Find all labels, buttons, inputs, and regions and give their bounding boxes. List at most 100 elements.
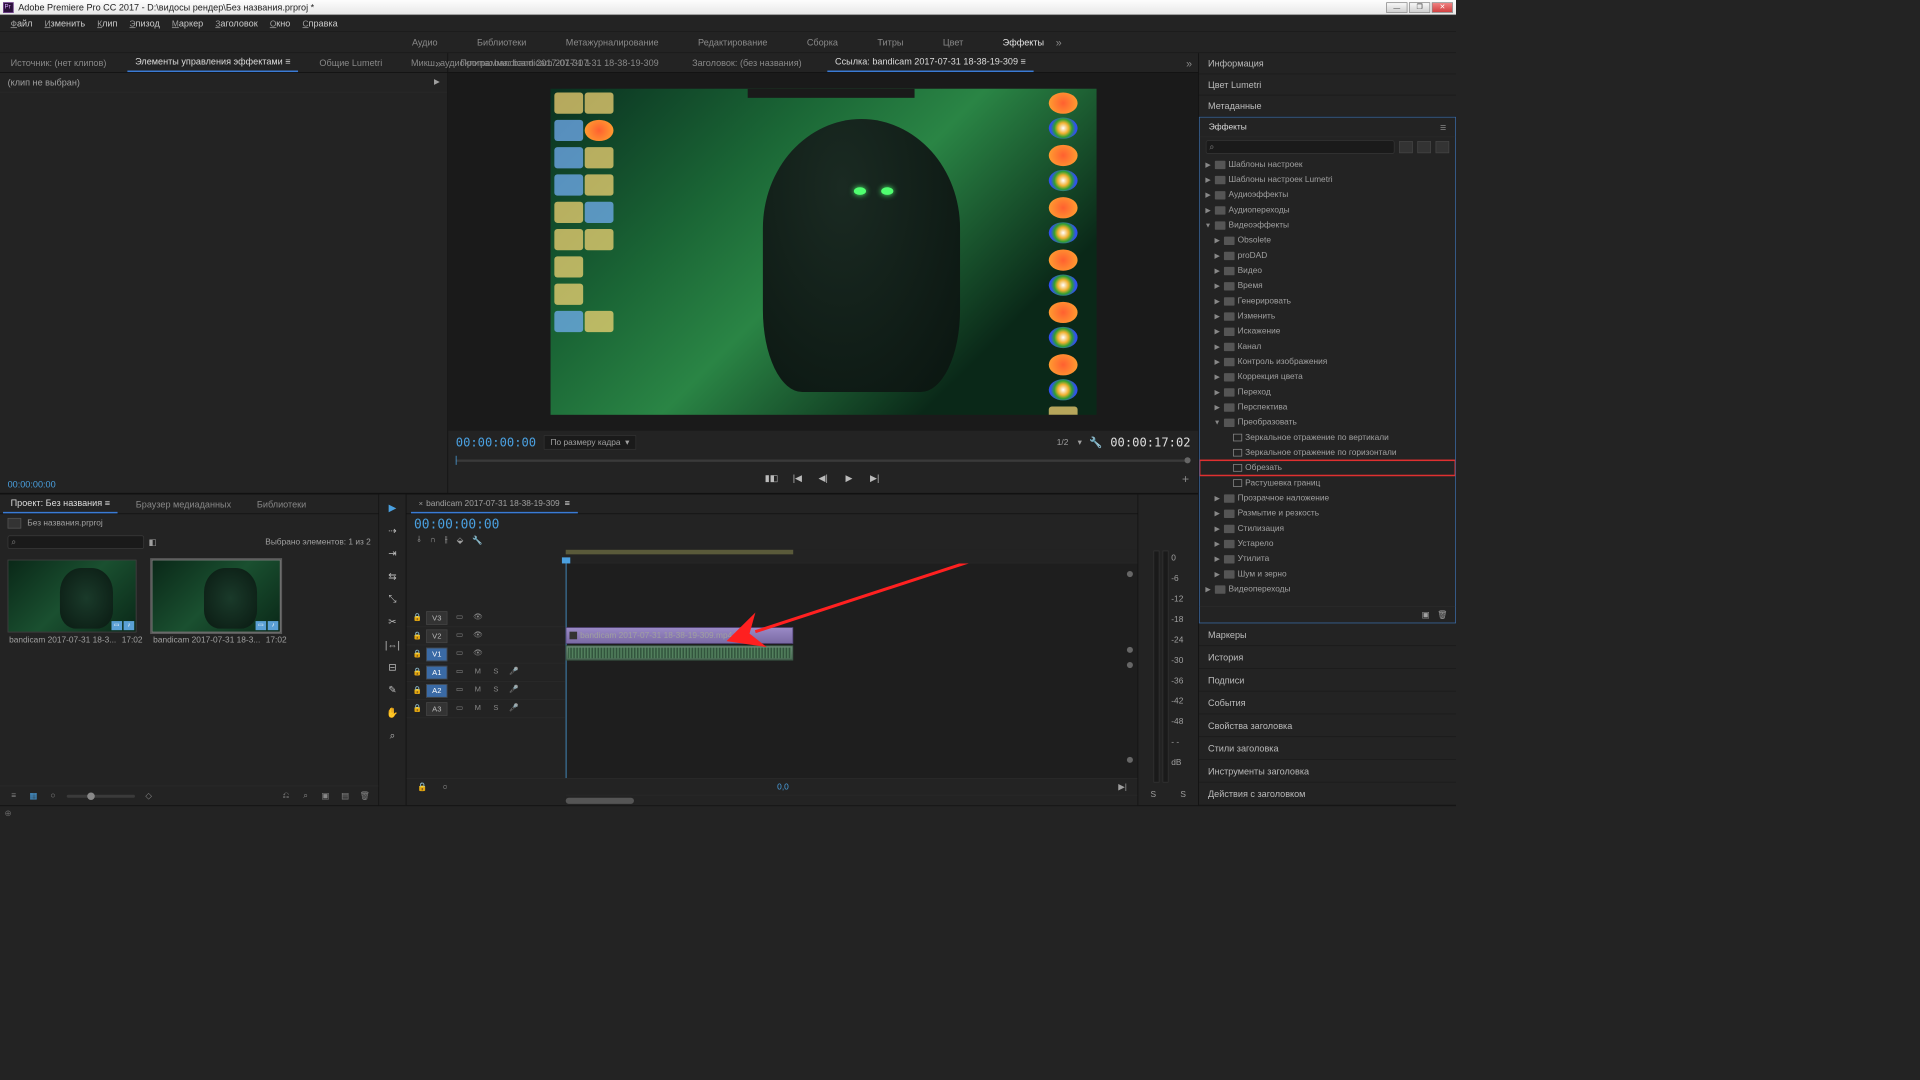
bin-item[interactable]: ▭♪bandicam 2017-07-31 18-3...17:02 bbox=[8, 560, 144, 648]
tab[interactable]: Общие Lumetri bbox=[312, 54, 390, 72]
fx-item[interactable]: ▶Шаблоны настроек Lumetri bbox=[1200, 172, 1456, 187]
workspace-Библиотеки[interactable]: Библиотеки bbox=[473, 34, 531, 51]
zoom-value[interactable]: 0,0 bbox=[463, 782, 1103, 791]
program-tc-in[interactable]: 00:00:00:00 bbox=[456, 435, 536, 449]
new-bin-icon[interactable]: ▣ bbox=[1422, 610, 1430, 620]
fx-item[interactable]: ▼Видеоэффекты bbox=[1200, 218, 1456, 233]
tab[interactable]: Заголовок: (без названия) bbox=[685, 54, 810, 72]
fx-item[interactable]: ▶Размытие и резкость bbox=[1200, 506, 1456, 521]
fx-item[interactable]: ▼Преобразовать bbox=[1200, 415, 1456, 430]
fx-item[interactable]: ▶Аудиопереходы bbox=[1200, 202, 1456, 217]
freeform-view-button[interactable]: ○ bbox=[47, 791, 59, 802]
fx-badge-1[interactable] bbox=[1399, 141, 1413, 153]
pen-tool[interactable]: ✎ bbox=[383, 681, 401, 699]
menu-Файл[interactable]: Файл bbox=[5, 16, 39, 31]
video-track-header[interactable]: 🔒V2▭👁 bbox=[406, 627, 564, 645]
project-bins[interactable]: ▭♪bandicam 2017-07-31 18-3...17:02▭♪band… bbox=[0, 552, 378, 786]
frame-back-button[interactable]: ◀| bbox=[816, 472, 831, 487]
menu-Окно[interactable]: Окно bbox=[264, 16, 297, 31]
scroll-handle[interactable] bbox=[1127, 571, 1133, 577]
panel-Цвет Lumetri[interactable]: Цвет Lumetri bbox=[1199, 74, 1456, 95]
menu-Справка[interactable]: Справка bbox=[296, 16, 343, 31]
fx-item[interactable]: ▶Канал bbox=[1200, 339, 1456, 354]
playhead[interactable] bbox=[566, 563, 567, 778]
resolution-dropdown[interactable]: 1/2 ▾ bbox=[1057, 437, 1082, 447]
overflow-icon[interactable]: » bbox=[1056, 36, 1062, 48]
overflow-icon[interactable]: » bbox=[1186, 58, 1192, 70]
menu-Клип[interactable]: Клип bbox=[91, 16, 123, 31]
workspace-Редактирование[interactable]: Редактирование bbox=[694, 34, 772, 51]
close-button[interactable]: ✕ bbox=[1432, 2, 1453, 13]
delete-button[interactable]: 🗑 bbox=[359, 791, 371, 802]
list-view-button[interactable]: ≡ bbox=[8, 791, 20, 802]
tab[interactable]: Проект: Без названия ≡ bbox=[3, 494, 118, 514]
snap-icon[interactable]: ⫰ bbox=[417, 535, 421, 545]
fx-item[interactable]: ▶Obsolete bbox=[1200, 233, 1456, 248]
audio-clip[interactable] bbox=[566, 645, 793, 660]
panel-Инструменты заголовка[interactable]: Инструменты заголовка bbox=[1199, 760, 1456, 783]
effects-tree[interactable]: ▶Шаблоны настроек▶Шаблоны настроек Lumet… bbox=[1200, 157, 1456, 606]
settings-icon[interactable]: ⬙ bbox=[457, 535, 463, 545]
rolling-edit-tool[interactable]: ⇆ bbox=[383, 567, 401, 585]
rate-stretch-tool[interactable]: ⤡ bbox=[383, 590, 401, 608]
find-button[interactable]: ⌕ bbox=[300, 791, 312, 802]
fx-badge-2[interactable] bbox=[1417, 141, 1431, 153]
zoom-tool[interactable]: ⌕ bbox=[383, 726, 401, 744]
zoom-slider[interactable] bbox=[67, 794, 135, 797]
add-marker-button[interactable]: ▮◧ bbox=[764, 472, 779, 487]
fx-item[interactable]: ▶Перспектива bbox=[1200, 400, 1456, 415]
panel-Маркеры[interactable]: Маркеры bbox=[1199, 623, 1456, 646]
source-timecode[interactable]: 00:00:00:00 bbox=[0, 478, 447, 493]
selection-tool[interactable]: ▶ bbox=[383, 499, 401, 517]
new-bin-button[interactable]: ▣ bbox=[319, 791, 331, 802]
tab[interactable]: Ссылка: bandicam 2017-07-31 18-38-19-309… bbox=[827, 52, 1033, 72]
slide-tool[interactable]: ⊟ bbox=[383, 658, 401, 676]
project-search[interactable] bbox=[8, 535, 144, 549]
timeline-scrollbar[interactable] bbox=[566, 795, 1138, 806]
wrench-icon[interactable]: 🔧 bbox=[472, 535, 482, 545]
panel-История[interactable]: История bbox=[1199, 646, 1456, 669]
menu-Заголовок[interactable]: Заголовок bbox=[209, 16, 263, 31]
fx-item[interactable]: ▶Искажение bbox=[1200, 324, 1456, 339]
panel-menu-icon[interactable]: ≡ bbox=[1440, 121, 1446, 133]
track-select-tool[interactable]: ⇢ bbox=[383, 522, 401, 540]
fx-item[interactable]: ▶Коррекция цвета bbox=[1200, 369, 1456, 384]
razor-tool[interactable]: ✂ bbox=[383, 613, 401, 631]
workspace-Эффекты[interactable]: Эффекты bbox=[998, 34, 1048, 51]
panel-Стили заголовка[interactable]: Стили заголовка bbox=[1199, 737, 1456, 760]
fit-dropdown[interactable]: По размеру кадра ▾ bbox=[544, 435, 636, 449]
fx-item[interactable]: ▶Видео bbox=[1200, 263, 1456, 278]
solo-l[interactable]: S bbox=[1150, 790, 1156, 805]
solo-r[interactable]: S bbox=[1180, 790, 1186, 805]
audio-track-header[interactable]: 🔒A2▭MS🎤 bbox=[406, 682, 564, 700]
workspace-Цвет[interactable]: Цвет bbox=[938, 34, 967, 51]
panel-Свойства заголовка[interactable]: Свойства заголовка bbox=[1199, 714, 1456, 737]
tab[interactable]: Источник: (нет клипов) bbox=[3, 54, 114, 72]
workspace-Титры[interactable]: Титры bbox=[873, 34, 908, 51]
minimize-button[interactable]: — bbox=[1386, 2, 1407, 13]
timeline-ruler[interactable] bbox=[566, 550, 1138, 564]
fx-item[interactable]: Зеркальное отражение по горизонтали bbox=[1200, 445, 1456, 460]
icon-view-button[interactable]: ▦ bbox=[27, 791, 39, 802]
fx-badge-icon[interactable] bbox=[570, 632, 578, 640]
delete-icon[interactable]: 🗑 bbox=[1437, 610, 1448, 620]
fx-item[interactable]: ▶Контроль изображения bbox=[1200, 354, 1456, 369]
new-item-button[interactable]: ▤ bbox=[339, 791, 351, 802]
program-monitor[interactable] bbox=[448, 73, 1198, 431]
fx-item[interactable]: Растушевка границ bbox=[1200, 475, 1456, 490]
video-track-header[interactable]: 🔒V1▭👁 bbox=[406, 645, 564, 663]
panel-Информация[interactable]: Информация bbox=[1199, 53, 1456, 74]
audio-track-header[interactable]: 🔒A1▭MS🎤 bbox=[406, 664, 564, 682]
menu-Эпизод[interactable]: Эпизод bbox=[123, 16, 165, 31]
panel-События[interactable]: События bbox=[1199, 692, 1456, 715]
fx-item[interactable]: Обрезать bbox=[1200, 460, 1456, 475]
tab[interactable]: Браузер медиаданных bbox=[128, 495, 239, 513]
video-clip[interactable]: bandicam 2017-07-31 18-38-19-309.mp4 [V] bbox=[566, 627, 793, 644]
program-scrubber[interactable] bbox=[448, 453, 1198, 467]
add-button[interactable]: + bbox=[1182, 473, 1189, 487]
menu-Изменить[interactable]: Изменить bbox=[38, 16, 91, 31]
overflow-icon[interactable]: » bbox=[435, 58, 441, 70]
fx-item[interactable]: Зеркальное отражение по вертикали bbox=[1200, 430, 1456, 445]
timeline-content[interactable]: bandicam 2017-07-31 18-38-19-309.mp4 [V] bbox=[566, 563, 1138, 778]
fx-item[interactable]: ▶Шум и зерно bbox=[1200, 566, 1456, 581]
